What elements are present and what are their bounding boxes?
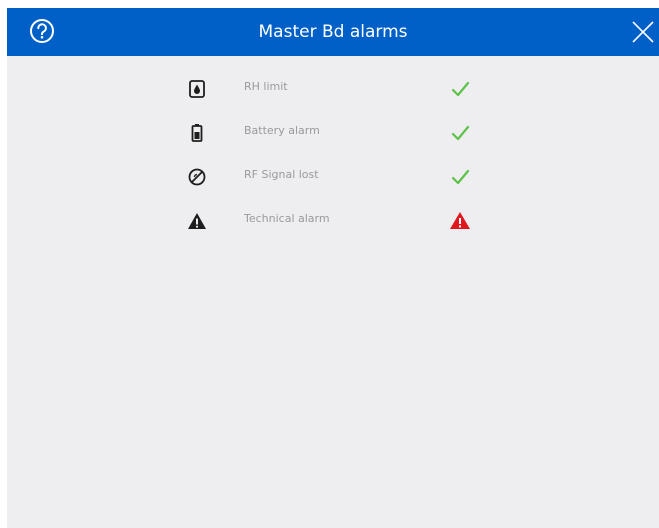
alarm-label: Battery alarm bbox=[244, 124, 320, 137]
humidity-drop-icon bbox=[189, 80, 205, 98]
alarm-row-rf-signal: RF Signal lost bbox=[187, 165, 487, 189]
close-button[interactable] bbox=[631, 20, 655, 44]
alarm-label: Technical alarm bbox=[244, 212, 330, 225]
alarm-row-battery: Battery alarm bbox=[187, 121, 487, 145]
help-button[interactable] bbox=[28, 17, 56, 45]
checkmark-icon bbox=[451, 125, 470, 141]
battery-icon bbox=[191, 124, 203, 142]
alarms-dialog: Master Bd alarms RH limit Battery alarm … bbox=[7, 8, 659, 528]
dialog-header: Master Bd alarms bbox=[7, 8, 659, 56]
alarm-label: RH limit bbox=[244, 80, 288, 93]
checkmark-icon bbox=[451, 169, 470, 185]
alarm-label: RF Signal lost bbox=[244, 168, 319, 181]
red-warning-icon bbox=[450, 212, 470, 229]
warning-triangle-icon bbox=[188, 213, 206, 229]
question-circle-icon bbox=[30, 19, 54, 43]
close-icon bbox=[632, 21, 654, 43]
alarm-row-rh-limit: RH limit bbox=[187, 77, 487, 101]
checkmark-icon bbox=[451, 81, 470, 97]
no-signal-icon bbox=[188, 168, 206, 186]
dialog-title: Master Bd alarms bbox=[258, 22, 408, 42]
alarm-row-technical: Technical alarm bbox=[187, 209, 487, 233]
